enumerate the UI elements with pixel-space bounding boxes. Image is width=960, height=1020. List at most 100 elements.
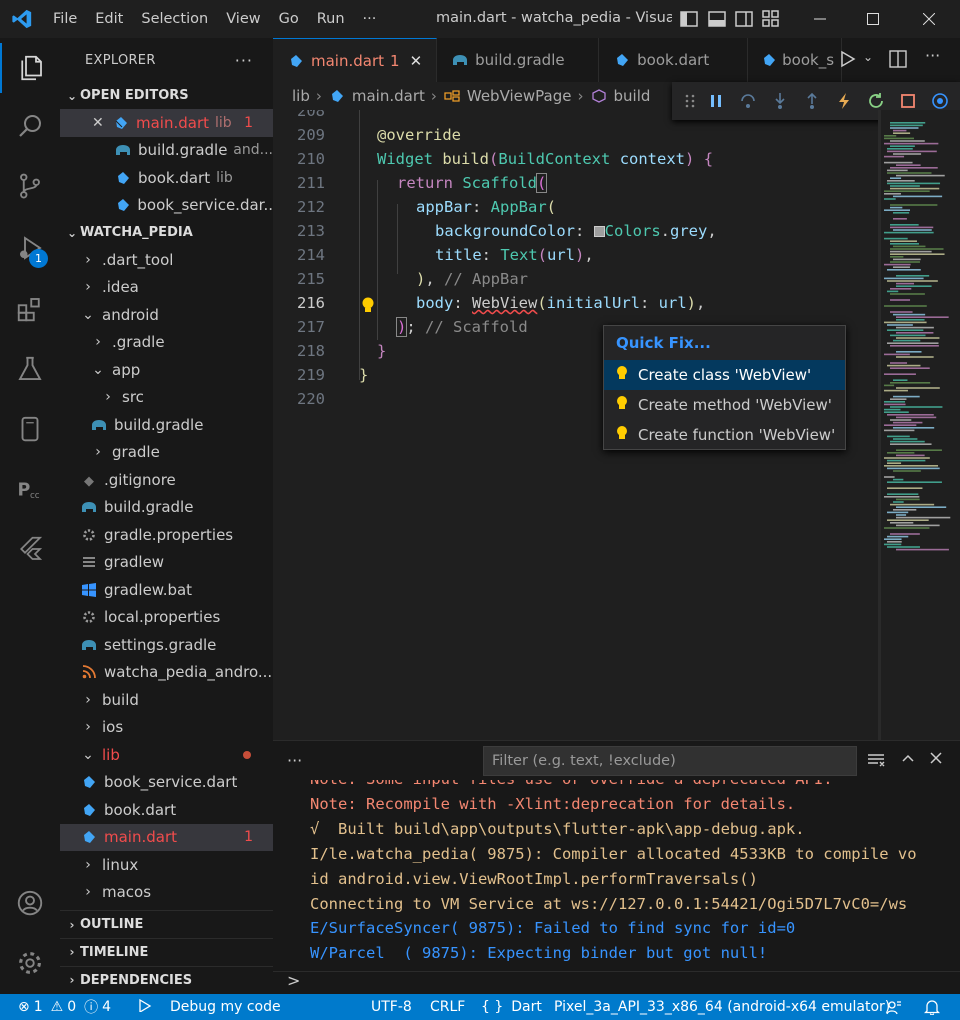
breadcrumb-file[interactable]: main.dart [352, 87, 425, 105]
open-editor-main-dart[interactable]: ✕ main.dart lib 1 [60, 109, 273, 137]
tree-item[interactable]: ⌄ android [60, 301, 273, 329]
tree-item[interactable]: settings.gradle [60, 631, 273, 659]
device-status[interactable]: Pixel_3a_API_33_x86_64 (android-x64 emul… [554, 994, 890, 1020]
tree-item[interactable]: › macos [60, 879, 273, 907]
quick-fix-create-method[interactable]: Create method 'WebView' [604, 390, 845, 420]
settings-gear-icon[interactable] [0, 938, 60, 988]
close-panel-icon[interactable] [929, 751, 943, 769]
search-icon[interactable] [0, 101, 60, 151]
timeline-section[interactable]: › TIMELINE [60, 938, 273, 965]
tree-item[interactable]: gradle.properties [60, 521, 273, 549]
menu-go[interactable]: Go [270, 11, 308, 27]
tree-item[interactable]: › gradle [60, 439, 273, 467]
language-status[interactable]: { } Dart [481, 994, 542, 1020]
tree-item[interactable]: ◆ .gitignore [60, 466, 273, 494]
problems-status[interactable]: ⊗ 1 ⚠ 0 ⓘ 4 [18, 994, 111, 1020]
clear-console-icon[interactable] [867, 753, 885, 771]
breadcrumb-class[interactable]: WebViewPage [467, 87, 572, 105]
tree-item[interactable]: gradlew [60, 549, 273, 577]
menu-view[interactable]: View [217, 11, 269, 27]
debug-status[interactable]: Debug my code [136, 994, 281, 1020]
tree-item[interactable]: main.dart 1 [60, 823, 273, 851]
close-tab-icon[interactable]: ✕ [410, 52, 423, 70]
menu-more[interactable]: ··· [354, 11, 386, 27]
panel-more-icon[interactable]: ··· [287, 751, 302, 770]
tab-build-gradle[interactable]: build.gradle [437, 38, 600, 82]
tree-item[interactable]: gradlew.bat [60, 576, 273, 604]
color-swatch-icon[interactable] [593, 226, 605, 237]
extensions-icon[interactable] [0, 284, 60, 334]
open-editors-section[interactable]: ⌄ OPEN EDITORS [60, 82, 273, 109]
toggle-sidebar-icon[interactable] [678, 0, 700, 38]
tree-item[interactable]: › build [60, 686, 273, 714]
quick-fix-create-class[interactable]: Create class 'WebView' [604, 360, 845, 390]
tree-item[interactable]: ⌄ lib [60, 741, 273, 769]
eol-status[interactable]: CRLF [430, 994, 465, 1020]
project-section[interactable]: ⌄ WATCHA_PEDIA [60, 219, 273, 246]
tree-item[interactable]: watcha_pedia_andro... [60, 659, 273, 687]
toggle-secondary-sidebar-icon[interactable] [733, 0, 755, 38]
step-into-icon[interactable] [764, 82, 796, 120]
vscode-logo-icon[interactable] [0, 0, 44, 38]
menu-file[interactable]: File [44, 11, 86, 27]
minimize-icon[interactable] [797, 0, 843, 38]
menu-run[interactable]: Run [308, 11, 354, 27]
tree-item[interactable]: › linux [60, 851, 273, 879]
feedback-icon[interactable] [886, 994, 902, 1020]
dependencies-section[interactable]: › DEPENDENCIES [60, 966, 273, 993]
run-debug-icon[interactable]: 1 [0, 223, 60, 273]
explorer-icon[interactable] [0, 43, 60, 93]
pause-icon[interactable] [700, 82, 732, 120]
tab-book-dart[interactable]: book.dart [599, 38, 749, 82]
tree-item[interactable]: book_service.dart [60, 769, 273, 797]
lightbulb-icon[interactable] [361, 296, 375, 318]
tree-item[interactable]: book.dart [60, 796, 273, 824]
tree-item[interactable]: ⌄ app [60, 356, 273, 384]
drag-handle-icon[interactable] [680, 82, 700, 120]
error-token[interactable]: WebView [472, 294, 537, 312]
editor-more-icon[interactable]: ··· [925, 46, 940, 65]
maximize-panel-icon[interactable] [901, 751, 915, 769]
source-control-icon[interactable] [0, 161, 60, 211]
quick-fix-create-function[interactable]: Create function 'WebView' [604, 420, 845, 450]
step-over-icon[interactable] [732, 82, 764, 120]
tree-item[interactable]: local.properties [60, 604, 273, 632]
outline-section[interactable]: › OUTLINE [60, 911, 273, 938]
tree-item[interactable]: › ios [60, 714, 273, 742]
step-out-icon[interactable] [796, 82, 828, 120]
tab-main-dart[interactable]: main.dart 1 ✕ [273, 38, 438, 82]
hot-reload-icon[interactable] [828, 82, 860, 120]
testing-icon[interactable] [0, 344, 60, 394]
close-window-icon[interactable] [906, 0, 952, 38]
breadcrumb-folder[interactable]: lib [292, 87, 310, 105]
tree-item[interactable]: build.gradle [60, 494, 273, 522]
device-icon[interactable] [0, 404, 60, 454]
menu-selection[interactable]: Selection [132, 11, 217, 27]
customize-layout-icon[interactable] [760, 0, 782, 38]
console-prompt[interactable]: > [287, 971, 300, 990]
tree-item[interactable]: › src [60, 384, 273, 412]
minimap[interactable] [878, 110, 960, 740]
breadcrumb-method[interactable]: build [614, 87, 651, 105]
maximize-icon[interactable] [850, 0, 896, 38]
run-chevron-icon[interactable]: ⌄ [863, 50, 873, 64]
console-filter-input[interactable]: Filter (e.g. text, !exclude) [483, 746, 857, 776]
open-editor-book-dart[interactable]: book.dart lib [60, 164, 273, 192]
open-editor-build-gradle[interactable]: build.gradle and... [60, 137, 273, 165]
tree-item[interactable]: › .idea [60, 274, 273, 302]
explorer-more-icon[interactable]: ··· [235, 51, 253, 70]
open-editor-book-service[interactable]: book_service.dar... [60, 192, 273, 220]
encoding-status[interactable]: UTF-8 [371, 994, 412, 1020]
run-icon[interactable] [840, 50, 856, 72]
flutter-icon[interactable] [0, 524, 60, 574]
split-editor-icon[interactable] [889, 50, 907, 72]
tree-item[interactable]: › .gradle [60, 329, 273, 357]
close-editor-icon[interactable]: ✕ [92, 115, 108, 131]
tree-item[interactable]: › .dart_tool [60, 246, 273, 274]
tab-book-service[interactable]: book_s [748, 38, 843, 82]
pcc-icon[interactable]: Pcc [0, 464, 60, 514]
account-icon[interactable] [0, 878, 60, 928]
tree-item[interactable]: build.gradle [60, 411, 273, 439]
notifications-bell-icon[interactable] [924, 994, 940, 1020]
toggle-panel-icon[interactable] [706, 0, 728, 38]
